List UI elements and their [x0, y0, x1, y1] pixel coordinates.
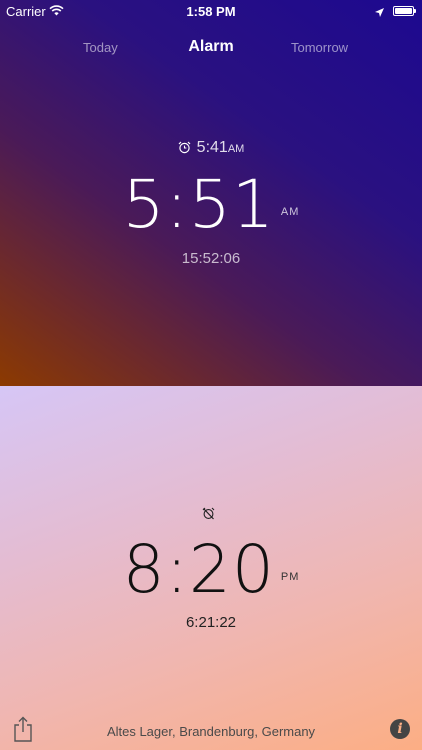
alarm-clock-icon: [178, 141, 191, 159]
battery-icon: [393, 6, 416, 16]
wake-time: 5:51 AM: [0, 172, 422, 238]
alarm-ampm: AM: [227, 143, 245, 155]
status-bar: Carrier 1:58 PM: [0, 0, 422, 22]
evening-time-ampm: PM: [280, 571, 300, 583]
wake-time-digits: 5:51: [122, 166, 275, 243]
tab-today[interactable]: Today: [83, 40, 118, 55]
tab-alarm-wrapper: Alarm: [0, 38, 422, 56]
status-time: 1:58 PM: [186, 4, 236, 19]
location-label[interactable]: Altes Lager, Brandenburg, Germany: [107, 724, 315, 739]
share-icon[interactable]: [12, 716, 34, 742]
alarm-time-value: 5:41: [196, 139, 228, 156]
evening-time-digits: 8:20: [122, 531, 275, 608]
alarm-off-icon: [202, 507, 215, 525]
set-alarm-time[interactable]: 5:41AM: [0, 139, 422, 159]
evening-countdown: 6:21:22: [185, 614, 237, 631]
tab-alarm[interactable]: Alarm: [188, 38, 233, 55]
wake-time-ampm: AM: [280, 206, 300, 218]
day-tabs: Today Alarm Tomorrow: [0, 38, 422, 62]
location-arrow-icon: [375, 5, 384, 20]
info-icon[interactable]: i: [390, 719, 410, 739]
evening-time: 8:20 PM: [0, 537, 422, 603]
tab-tomorrow[interactable]: Tomorrow: [291, 40, 348, 55]
alarm-panel: Carrier 1:58 PM Today Alarm Tomorrow 5:4…: [0, 0, 422, 386]
wake-countdown: 15:52:06: [181, 250, 241, 267]
